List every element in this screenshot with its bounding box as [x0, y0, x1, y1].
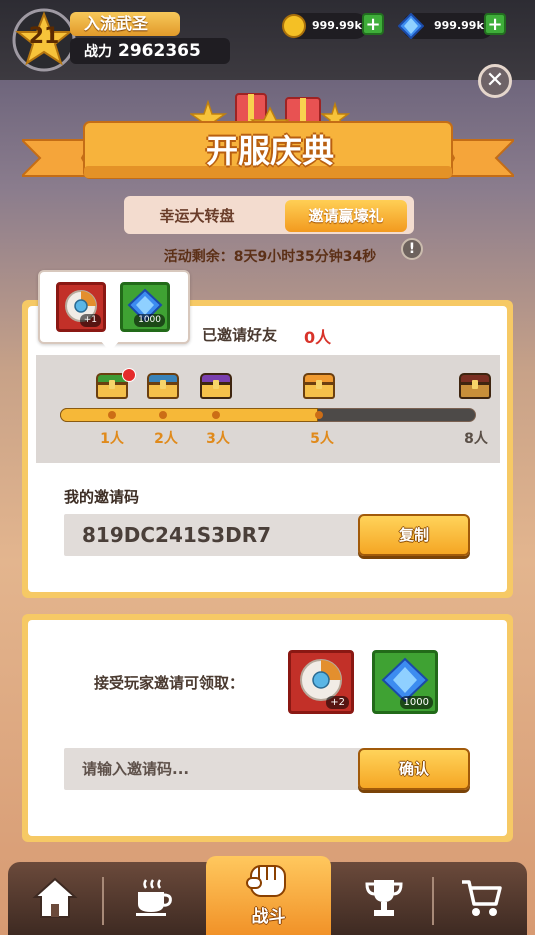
power-value: 2962365: [118, 41, 201, 61]
my-invite-code-label: 我的邀请码: [64, 488, 140, 506]
milestone-label: 5人: [310, 431, 334, 447]
reward-qty: 1000: [399, 696, 433, 709]
chest-8-icon[interactable]: [459, 373, 491, 399]
milestone-dot: [159, 411, 167, 419]
milestone-label: 3人: [206, 431, 230, 447]
invite-code-input[interactable]: 请输入邀请码...: [64, 748, 364, 790]
gem-icon: [398, 13, 424, 39]
close-icon: ✕: [485, 68, 505, 93]
reward-tooltip: +1 1000: [38, 270, 190, 344]
tab-lucky-wheel[interactable]: 幸运大转盘: [132, 202, 262, 230]
milestone-label: 2人: [154, 431, 178, 447]
invited-friends-label: 已邀请好友: [202, 326, 278, 344]
gem-value: 999.99k: [434, 19, 484, 32]
confirm-button[interactable]: 确认: [358, 748, 470, 790]
milestone-dot: [108, 411, 116, 419]
accept-invite-label: 接受玩家邀请可领取：: [94, 674, 245, 692]
close-button[interactable]: ✕: [478, 64, 512, 98]
coin-counter: 999.99k: [282, 13, 368, 39]
accept-invite-panel: [22, 614, 513, 842]
milestone-label: 8人: [464, 431, 488, 447]
copy-button[interactable]: 复制: [358, 514, 470, 556]
power-label: 战力: [84, 44, 112, 60]
gem-counter: 999.99k: [398, 13, 494, 39]
power-display: 战力 2962365: [70, 38, 230, 64]
cart-icon[interactable]: [460, 878, 504, 920]
gem-icon: 1000: [120, 282, 170, 332]
home-icon[interactable]: [32, 876, 78, 920]
progress-bar-fill: [60, 408, 318, 422]
trophy-icon[interactable]: [364, 876, 404, 920]
chest-3-icon[interactable]: [200, 373, 232, 399]
milestone-dot: [212, 411, 220, 419]
nav-divider: [432, 877, 434, 925]
coin-icon: [282, 14, 306, 38]
wheel-token-icon: +2: [288, 650, 354, 714]
coffee-icon[interactable]: [134, 876, 174, 918]
fist-icon: [246, 865, 286, 897]
chest-5-icon[interactable]: [303, 373, 335, 399]
event-title: 开服庆典: [205, 132, 334, 170]
invite-code-field[interactable]: 819DC241S3DR7: [64, 514, 364, 556]
milestone-dot: [315, 411, 323, 419]
tab-invite-rewards[interactable]: 邀请赢壕礼: [285, 200, 407, 232]
invited-friends-count: 0人: [304, 328, 332, 347]
add-gems-button[interactable]: +: [484, 13, 506, 35]
nav-battle-label: 战斗: [251, 907, 286, 927]
chest-2-icon[interactable]: [147, 373, 179, 399]
reward-qty: +2: [326, 696, 349, 709]
info-icon[interactable]: !: [401, 238, 423, 260]
coin-value: 999.99k: [312, 19, 362, 32]
player-name: 入流武圣: [70, 12, 180, 36]
reward-qty: +1: [79, 314, 101, 327]
wheel-token-icon: +1: [56, 282, 106, 332]
level-number: 21: [28, 24, 60, 49]
tooltip-arrow: [100, 340, 120, 352]
milestone-label: 1人: [100, 431, 124, 447]
event-timer: 活动剩余：8天9小时35分钟34秒: [163, 249, 377, 265]
gem-icon: 1000: [372, 650, 438, 714]
add-coins-button[interactable]: +: [362, 13, 384, 35]
notification-dot: [122, 368, 136, 382]
nav-divider: [102, 877, 104, 925]
reward-qty: 1000: [134, 314, 165, 327]
